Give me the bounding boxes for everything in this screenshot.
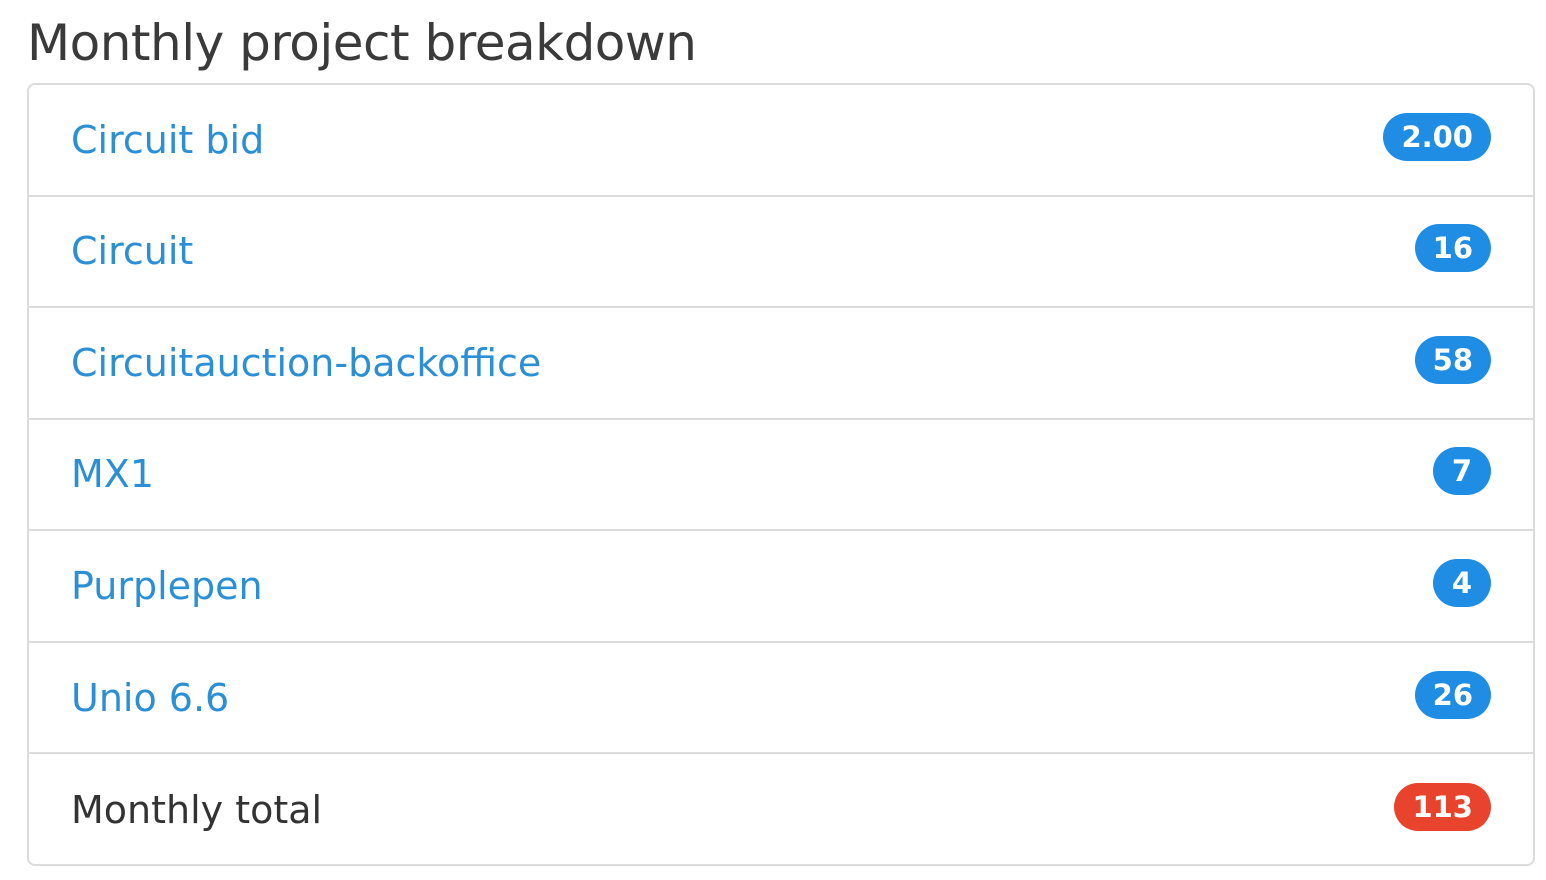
count-badge: 2.00 [1383, 112, 1491, 161]
page-title: Monthly project breakdown [27, 14, 697, 72]
total-row: Monthly total 113 [29, 754, 1533, 864]
project-list: Circuit bid 2.00 Circuit 16 Circuitaucti… [27, 83, 1535, 866]
list-item: Circuitauction-backoffice 58 [29, 308, 1533, 420]
count-badge: 4 [1433, 559, 1491, 608]
count-badge: 26 [1414, 670, 1491, 719]
count-badge: 58 [1414, 335, 1491, 384]
count-badge: 16 [1414, 224, 1491, 273]
list-item: Circuit 16 [29, 197, 1533, 309]
total-badge: 113 [1394, 783, 1491, 832]
project-link-circuit-bid[interactable]: Circuit bid [71, 121, 264, 159]
total-label: Monthly total [71, 788, 323, 833]
list-item: Circuit bid 2.00 [29, 85, 1533, 197]
count-badge: 7 [1433, 447, 1491, 496]
list-item: MX1 7 [29, 420, 1533, 532]
project-link-unio-6-6[interactable]: Unio 6.6 [71, 679, 229, 717]
list-item: Unio 6.6 26 [29, 643, 1533, 755]
project-link-mx1[interactable]: MX1 [71, 455, 154, 493]
project-link-circuit[interactable]: Circuit [71, 232, 193, 270]
list-item: Purplepen 4 [29, 531, 1533, 643]
project-link-circuitauction-backoffice[interactable]: Circuitauction-backoffice [71, 344, 541, 382]
project-link-purplepen[interactable]: Purplepen [71, 567, 263, 605]
